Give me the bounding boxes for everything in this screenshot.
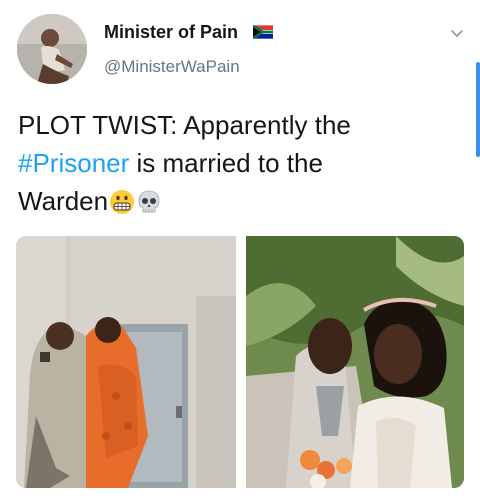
tweet-text-part: PLOT TWIST: Apparently the [18,110,351,140]
tweet-text-part: Warden [18,186,109,216]
tweet-text-part: is married to the [129,148,323,178]
wedding-photo [246,236,464,488]
display-name[interactable]: Minister of Pain [104,22,238,43]
south-africa-flag-icon [253,25,273,39]
skull-emoji [138,190,160,213]
prison-hug-photo [16,236,236,488]
scroll-indicator [476,62,480,157]
user-handle[interactable]: @MinisterWaPain [104,57,240,77]
avatar[interactable] [17,14,87,84]
media-photo-wedding[interactable] [246,236,464,488]
chevron-down-icon[interactable] [449,25,465,41]
media-photo-prison[interactable] [16,236,236,488]
grimacing-face-emoji [110,190,135,214]
hashtag-link[interactable]: #Prisoner [18,148,129,178]
tweet-text: PLOT TWIST: Apparently the #Prisoner is … [18,106,458,220]
tweet-card[interactable]: Minister of Pain @MinisterWaPain PLOT TW… [0,0,480,500]
